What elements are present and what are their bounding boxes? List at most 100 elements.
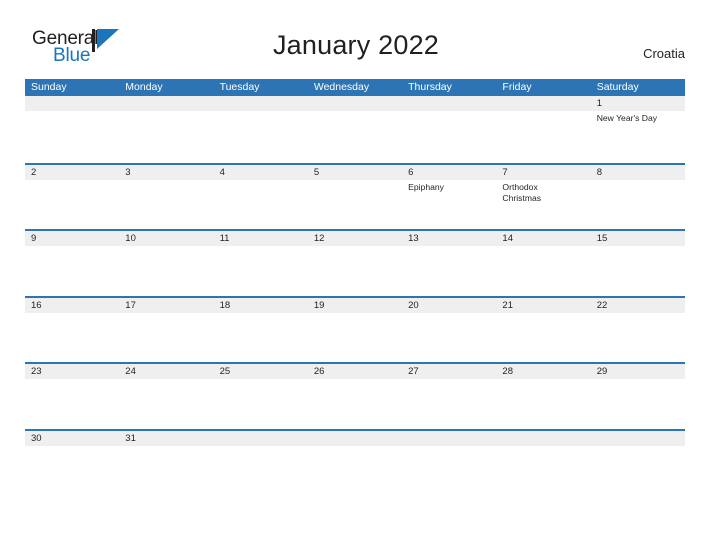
day-number[interactable]: 5 [308,165,402,180]
day-number [119,96,213,111]
day-events [25,379,119,428]
day-events [308,111,402,160]
week-row: 16 17 18 19 20 21 22 [25,295,685,363]
day-number [402,96,496,111]
week-row: 23 24 25 26 27 28 29 [25,362,685,429]
day-number[interactable]: 24 [119,364,213,379]
day-number[interactable]: 19 [308,298,402,313]
day-events [496,111,590,160]
calendar-weeks: 1 New Year's Day 2 3 4 5 6 7 8 Epiphany Orthodox Ch… [25,96,685,496]
day-number[interactable]: 30 [25,431,119,446]
day-events [591,246,685,295]
weekday-monday: Monday [125,81,163,93]
week-event-band [25,445,685,495]
day-number [308,96,402,111]
page-title: January 2022 [272,30,440,60]
day-number [214,96,308,111]
weekday-saturday: Saturday [596,81,639,93]
day-events: New Year's Day [591,111,685,160]
holiday-label: Epiphany [408,181,444,192]
day-events [402,379,496,428]
weekday-thursday: Thursday [408,81,452,93]
day-number[interactable]: 14 [496,231,590,246]
day-number[interactable]: 12 [308,231,402,246]
day-events [214,246,308,295]
day-events [119,111,213,160]
day-number[interactable]: 23 [25,364,119,379]
week-row: 30 31 [25,428,685,496]
day-number[interactable]: 18 [214,298,308,313]
day-number[interactable]: 4 [214,165,308,180]
day-number[interactable]: 17 [119,298,213,313]
day-number[interactable]: 1 [591,96,685,111]
day-number[interactable]: 20 [402,298,496,313]
weekday-tuesday: Tuesday [219,81,260,93]
day-number[interactable]: 3 [119,165,213,180]
day-number[interactable]: 15 [591,231,685,246]
day-events [308,313,402,362]
day-number[interactable]: 25 [214,364,308,379]
day-events [308,180,402,229]
day-number[interactable]: 31 [119,431,213,446]
weekday-wednesday: Wednesday [313,81,370,93]
day-number [25,96,119,111]
day-events [591,180,685,229]
day-events [214,313,308,362]
day-events [591,379,685,428]
day-events [308,446,402,495]
day-number[interactable]: 29 [591,364,685,379]
week-event-band [25,246,685,296]
day-number[interactable]: 13 [402,231,496,246]
day-events [402,111,496,160]
day-events [119,379,213,428]
calendar-grid: Sunday Monday Tuesday Wednesday Thursday… [25,79,685,496]
day-number [214,431,308,446]
week-row: 9 10 11 12 13 14 15 [25,229,685,296]
day-events [496,313,590,362]
day-number[interactable]: 21 [496,298,590,313]
day-events [25,313,119,362]
day-events [25,180,119,229]
weekday-friday: Friday [502,81,532,93]
day-number[interactable]: 11 [214,231,308,246]
week-date-band: 1 [25,96,685,111]
day-events [496,446,590,495]
day-number[interactable]: 22 [591,298,685,313]
country-label: Croatia [643,46,685,61]
day-number[interactable]: 16 [25,298,119,313]
day-number[interactable]: 9 [25,231,119,246]
day-events [402,246,496,295]
day-number[interactable]: 8 [591,165,685,180]
week-event-band: New Year's Day [25,111,685,160]
week-date-band: 16 17 18 19 20 21 22 [25,297,685,313]
holiday-label: New Year's Day [596,113,658,123]
holiday-label: Orthodox [502,181,538,192]
day-number[interactable]: 7 [496,165,590,180]
day-events [214,446,308,495]
day-events: Epiphany [402,180,496,229]
day-events [402,446,496,495]
day-number[interactable]: 27 [402,364,496,379]
week-date-band: 30 31 [25,430,685,446]
day-events [402,313,496,362]
day-events [214,180,308,229]
day-events [308,379,402,428]
weekday-sunday: Sunday [31,81,67,93]
day-events [119,180,213,229]
holiday-label: Christmas [502,193,542,204]
week-row: 2 3 4 5 6 7 8 Epiphany Orthodox Christmas [25,162,685,230]
week-date-band: 23 24 25 26 27 28 29 [25,364,685,380]
day-number [591,431,685,446]
day-number[interactable]: 6 [402,165,496,180]
day-number [308,431,402,446]
calendar-page: General Blue January 2022 Croatia Sunday… [0,0,712,550]
day-number[interactable]: 10 [119,231,213,246]
day-number[interactable]: 2 [25,165,119,180]
day-number[interactable]: 28 [496,364,590,379]
day-events [591,446,685,495]
week-event-band [25,379,685,429]
day-number[interactable]: 26 [308,364,402,379]
day-events [25,246,119,295]
day-events [25,446,119,495]
week-row: 1 New Year's Day [25,96,685,163]
